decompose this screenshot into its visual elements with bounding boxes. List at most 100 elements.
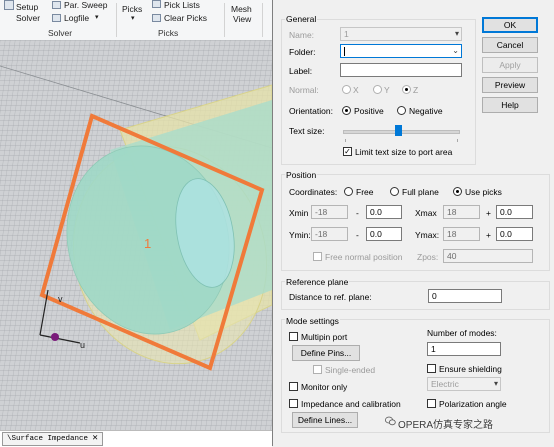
mesh-view-label[interactable]: View [233,14,251,24]
tab-label: \Surface Impedance [7,435,89,443]
single-ended-label: Single-ended [325,365,376,375]
name-combo: 1 ▾ [340,27,462,41]
surface-impedance-tab[interactable]: \Surface Impedance ✕ [2,432,104,446]
clear-picks-button[interactable]: Clear Picks [164,13,207,23]
free-normal-label: Free normal position [325,252,403,262]
help-button[interactable]: Help [482,97,538,113]
number-of-modes-label: Number of modes: [427,328,497,338]
logfile-dropdown-icon[interactable]: ▾ [95,13,99,21]
mode-settings-title: Mode settings [285,316,340,326]
polarization-checkbox[interactable] [427,399,436,408]
full-plane-label: Full plane [402,187,439,197]
normal-label: Normal: [289,85,319,95]
distance-input[interactable]: 0 [428,289,502,303]
ymax-offset-input[interactable]: 0.0 [496,227,533,241]
axis-v-label: v [58,294,63,304]
ymax-field: 18 [443,227,480,241]
limit-text-label: Limit text size to port area [355,147,453,157]
xmin-minus: - [356,208,359,218]
normal-x-label: X [353,85,359,95]
name-value: 1 [344,29,349,39]
zpos-field: 40 [443,249,533,263]
zpos-label: Zpos: [417,252,439,262]
number-of-modes-input[interactable]: 1 [427,342,501,356]
par-sweep-button[interactable]: Par. Sweep [64,0,107,10]
normal-x-radio [342,85,351,94]
pick-lists-button[interactable]: Pick Lists [164,0,200,10]
ymax-label: Ymax: [415,230,440,240]
setup-button[interactable]: Setup [16,2,38,12]
limit-text-checkbox[interactable]: ✓ [343,147,352,156]
use-picks-radio[interactable] [453,187,462,196]
negative-radio[interactable] [397,106,406,115]
picks-button[interactable]: Picks [122,4,142,14]
impedance-label: Impedance and calibration [301,399,401,409]
impedance-checkbox[interactable] [289,399,298,408]
picks-dropdown-icon[interactable]: ▾ [131,14,135,22]
chevron-down-icon: ▾ [493,379,498,388]
normal-z-label: Z [413,85,419,95]
solver-group-label: Solver [48,28,73,38]
wechat-icon [385,416,396,426]
logfile-button[interactable]: Logfile [64,13,89,23]
text-size-slider-thumb[interactable] [394,125,402,136]
free-radio[interactable] [344,187,353,196]
folder-label: Folder: [289,47,316,57]
xmin-label: Xmin [289,208,309,218]
coordinates-label: Coordinates: [289,187,338,197]
positive-radio[interactable] [342,106,351,115]
text-size-label: Text size: [289,126,325,136]
xmin-offset-input[interactable]: 0.0 [366,205,402,219]
label-label: Label: [289,66,313,76]
preview-button[interactable]: Preview [482,77,538,93]
chevron-down-icon[interactable]: ⌄ [452,46,459,55]
logfile-icon [52,14,61,22]
single-ended-checkbox [313,365,322,374]
slider-tick [457,139,458,142]
apply-button: Apply [482,57,538,73]
normal-y-radio [373,85,382,94]
general-group-title: General [285,14,318,24]
text-caret [344,47,345,56]
multipin-label: Multipin port [301,332,348,342]
define-pins-button[interactable]: Define Pins... [292,345,360,361]
picks-group-label: Picks [158,28,179,38]
ymax-plus: + [486,230,491,240]
positive-label: Positive [354,106,384,116]
normal-z-radio [402,85,411,94]
ymin-offset-input[interactable]: 0.0 [366,227,402,241]
normal-y-label: Y [384,85,390,95]
electric-combo: Electric ▾ [427,377,501,391]
monitor-only-checkbox[interactable] [289,382,298,391]
xmax-offset-input[interactable]: 0.0 [496,205,533,219]
monitor-only-label: Monitor only [301,382,348,392]
ribbon-separator [262,3,263,37]
close-icon[interactable]: ✕ [92,435,98,443]
solver-button[interactable]: Solver [16,13,40,23]
full-plane-radio[interactable] [390,187,399,196]
multipin-checkbox[interactable] [289,332,298,341]
clear-picks-icon [152,14,161,22]
ensure-shielding-checkbox[interactable] [427,364,436,373]
port-number-label: 1 [144,236,151,251]
xmax-label: Xmax [415,208,437,218]
xmax-plus: + [486,208,491,218]
cancel-button[interactable]: Cancel [482,37,538,53]
viewport-canvas: 1 v u [0,40,272,430]
define-lines-button[interactable]: Define Lines... [292,412,358,428]
ribbon-separator [116,3,117,37]
ribbon: Setup Solver Par. Sweep Logfile ▾ Solver… [0,0,272,41]
electric-value: Electric [431,379,459,389]
mesh-view-button[interactable]: Mesh [231,4,252,14]
folder-combo[interactable]: ⌄ [340,44,462,58]
label-input[interactable] [340,63,462,77]
ok-button[interactable]: OK [482,17,538,33]
chevron-down-icon: ▾ [454,29,459,38]
origin-marker [51,333,59,341]
watermark-text: OPERA仿真专家之路 [398,420,494,431]
free-normal-checkbox [313,252,322,261]
xmin-field: -18 [311,205,348,219]
status-bar: \Surface Impedance ✕ [0,430,272,447]
3d-viewport[interactable]: 1 v u [0,40,272,430]
ymin-minus: - [356,230,359,240]
